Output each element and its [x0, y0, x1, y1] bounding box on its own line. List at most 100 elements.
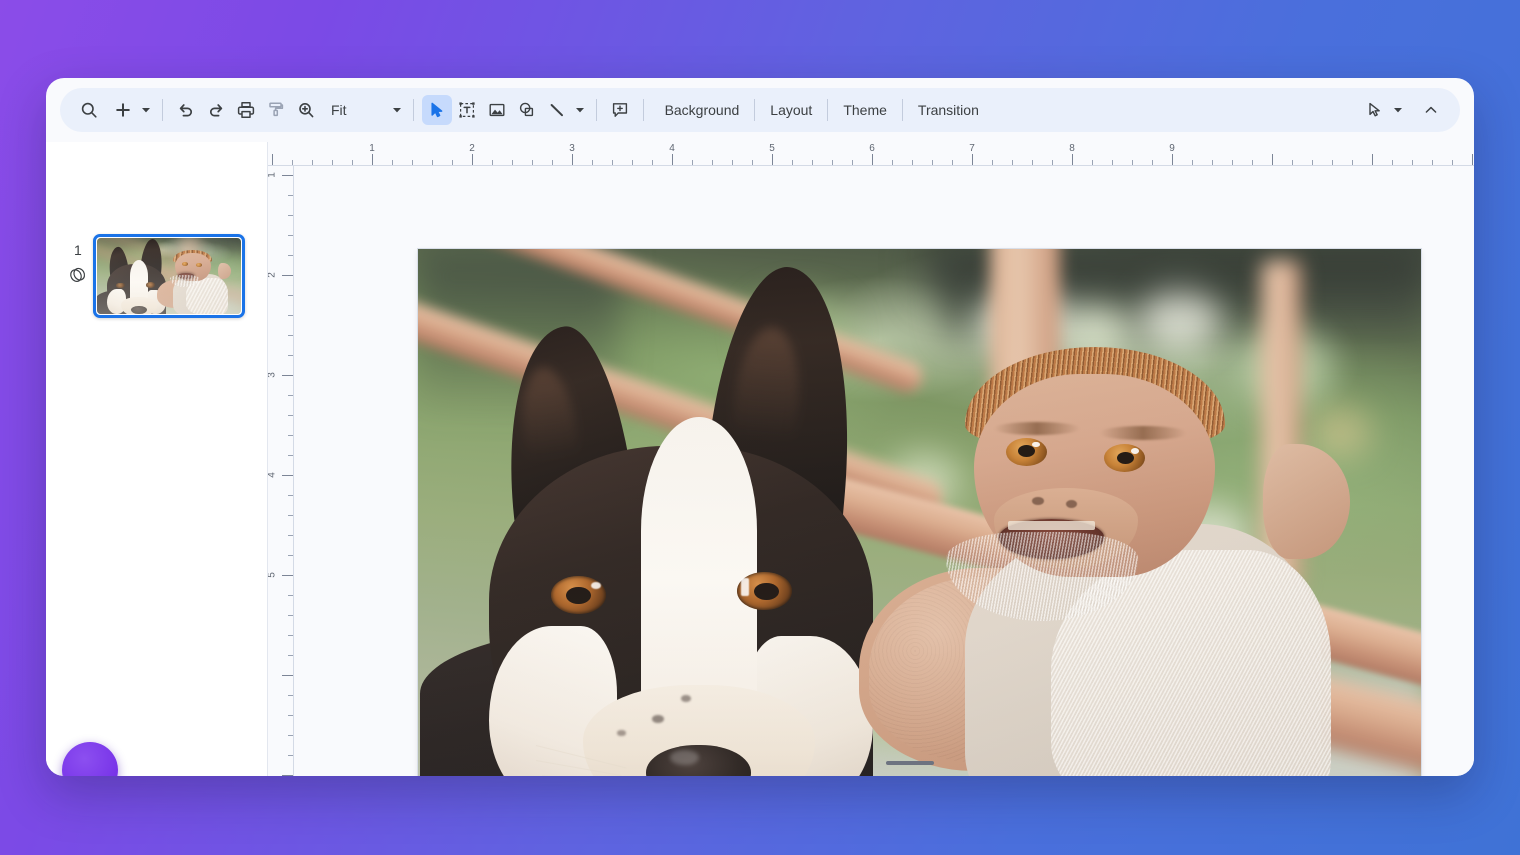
- line-dropdown-caret[interactable]: [572, 96, 588, 124]
- ruler-tick-major: [282, 375, 293, 376]
- ruler-tick-major: [972, 154, 973, 165]
- ruler-tick-minor: [1352, 160, 1353, 165]
- ruler-tick-minor: [288, 235, 293, 236]
- horizontal-scrollbar[interactable]: [294, 756, 1474, 770]
- slide-thumbnail[interactable]: [93, 234, 245, 318]
- redo-button[interactable]: [201, 95, 231, 125]
- ruler-tick-minor: [1012, 160, 1013, 165]
- ruler-tick-minor: [732, 160, 733, 165]
- ruler-tick-minor: [812, 160, 813, 165]
- ruler-tick-minor: [288, 715, 293, 716]
- menu-divider-2: [827, 99, 829, 121]
- monkey-eye-highlight-left: [1032, 441, 1040, 448]
- ruler-tick-minor: [1292, 160, 1293, 165]
- dog-freckle: [681, 695, 691, 702]
- new-slide-button[interactable]: [108, 95, 138, 125]
- ruler-tick-minor: [1392, 160, 1393, 165]
- menu-layout[interactable]: Layout: [757, 97, 825, 123]
- ruler-tick-minor: [392, 160, 393, 165]
- slide-thumbnail-image: [97, 238, 241, 314]
- ruler-number: 1: [268, 172, 277, 178]
- select-tool-button[interactable]: [421, 95, 452, 125]
- menu-background[interactable]: Background: [652, 97, 753, 123]
- vertical-ruler: 1 2 3 4 5: [268, 166, 294, 776]
- ruler-tick-minor: [652, 160, 653, 165]
- ruler-tick-minor: [1252, 160, 1253, 165]
- ruler-tick-minor: [1312, 160, 1313, 165]
- menu-transition[interactable]: Transition: [905, 97, 992, 123]
- slide-canvas[interactable]: [418, 249, 1421, 776]
- dog-pupil-right: [754, 582, 779, 600]
- ruler-tick-minor: [288, 395, 293, 396]
- ruler-tick-major: [1072, 154, 1073, 165]
- monkey-subject: [849, 347, 1350, 776]
- insert-line-button[interactable]: [542, 95, 572, 125]
- horizontal-scroll-thumb[interactable]: [886, 761, 934, 765]
- menu-divider-3: [901, 99, 903, 121]
- ruler-tick-minor: [288, 495, 293, 496]
- collapse-toolbar-button[interactable]: [1416, 95, 1446, 125]
- ruler-number: 2: [469, 143, 475, 154]
- ruler-tick-minor: [288, 755, 293, 756]
- insert-image-button[interactable]: [482, 95, 512, 125]
- ruler-tick-minor: [288, 735, 293, 736]
- slide-list-item[interactable]: 1: [62, 232, 262, 318]
- ruler-tick-major: [282, 275, 293, 276]
- menu-theme[interactable]: Theme: [830, 97, 900, 123]
- ruler-tick-minor: [288, 655, 293, 656]
- ruler-tick-minor: [1192, 160, 1193, 165]
- slide-number: 1: [74, 242, 82, 258]
- ruler-tick-minor: [288, 435, 293, 436]
- ruler-tick-major: [672, 154, 673, 165]
- ruler-tick-minor: [792, 160, 793, 165]
- zoom-level-dropdown-caret[interactable]: [389, 96, 405, 124]
- ruler-tick-major: [1272, 154, 1273, 165]
- new-slide-dropdown-caret[interactable]: [138, 96, 154, 124]
- ruler-tick-minor: [912, 160, 913, 165]
- ruler-tick-minor: [312, 160, 313, 165]
- horizontal-ruler: 1 2 3 4 5 6 7 8 9: [268, 142, 1474, 166]
- zoom-tool-button[interactable]: [291, 95, 321, 125]
- ruler-tick-minor: [1092, 160, 1093, 165]
- paint-format-button[interactable]: [261, 95, 291, 125]
- text-box-tool-button[interactable]: [452, 95, 482, 125]
- ruler-tick-minor: [292, 160, 293, 165]
- ruler-number: 7: [969, 143, 975, 154]
- add-comment-button[interactable]: [605, 95, 635, 125]
- zoom-level-value[interactable]: Fit: [321, 102, 353, 118]
- main-toolbar: Fit Background Layout Theme Transition: [60, 88, 1460, 132]
- ruler-tick-minor: [1332, 160, 1333, 165]
- ruler-tick-minor: [288, 615, 293, 616]
- slide-image-dog-and-monkey[interactable]: [418, 249, 1421, 776]
- pointer-mode-button[interactable]: [1360, 95, 1390, 125]
- ruler-tick-minor: [1152, 160, 1153, 165]
- ruler-tick-minor: [1052, 160, 1053, 165]
- toolbar-divider-2: [412, 99, 414, 121]
- ruler-number: 8: [1069, 143, 1075, 154]
- ruler-tick-minor: [1452, 160, 1453, 165]
- pointer-mode-dropdown-caret[interactable]: [1390, 96, 1406, 124]
- search-button[interactable]: [74, 95, 104, 125]
- print-button[interactable]: [231, 95, 261, 125]
- ruler-tick-major: [472, 154, 473, 165]
- monkey-nostril-right: [1065, 499, 1078, 508]
- ruler-number: 4: [268, 472, 277, 478]
- ruler-tick-minor: [692, 160, 693, 165]
- ruler-tick-minor: [288, 315, 293, 316]
- ruler-tick-major: [1372, 154, 1373, 165]
- ruler-number: 3: [569, 143, 575, 154]
- transition-layers-icon[interactable]: [67, 264, 89, 286]
- ruler-tick-minor: [1112, 160, 1113, 165]
- ruler-tick-major: [282, 775, 293, 776]
- canvas-area[interactable]: [294, 166, 1474, 776]
- ruler-tick-minor: [288, 335, 293, 336]
- undo-button[interactable]: [171, 95, 201, 125]
- toolbar-divider-4: [642, 99, 644, 121]
- ruler-tick-minor: [288, 295, 293, 296]
- ruler-tick-minor: [288, 535, 293, 536]
- ruler-tick-major: [1172, 154, 1173, 165]
- insert-shape-button[interactable]: [512, 95, 542, 125]
- ruler-tick-minor: [1032, 160, 1033, 165]
- ruler-tick-minor: [852, 160, 853, 165]
- ruler-number: 1: [369, 143, 375, 154]
